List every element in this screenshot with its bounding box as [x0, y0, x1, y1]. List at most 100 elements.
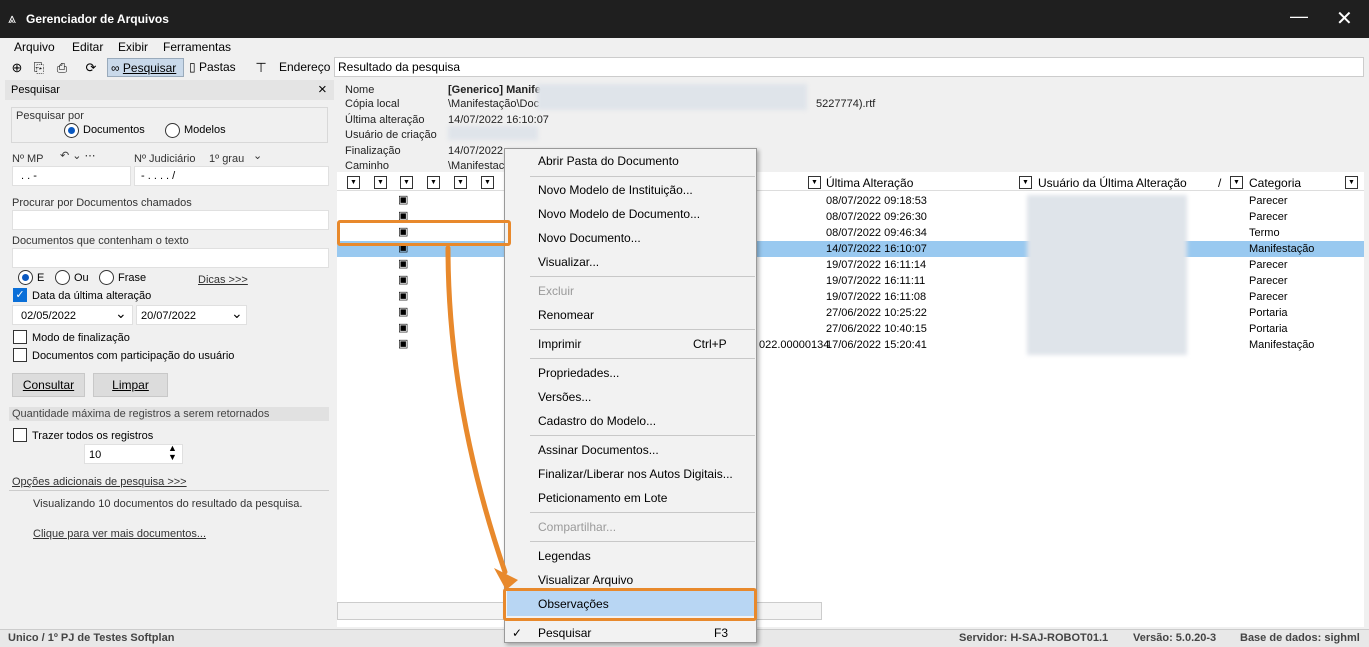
- document-icon: ▣: [398, 194, 409, 206]
- copy-doc-icon[interactable]: ⎘: [30, 58, 48, 77]
- detail-label-nome: Nome: [345, 84, 375, 96]
- col-filter-icon[interactable]: ▼: [1230, 176, 1243, 189]
- table-row[interactable]: ▣ 08/07/2022 09:18:53 Parecer: [337, 193, 1364, 209]
- nmp-input[interactable]: . . -: [12, 166, 131, 186]
- menu-item-versoes[interactable]: Versões...: [538, 390, 591, 404]
- menu-item-pesquisar[interactable]: Pesquisar: [538, 626, 591, 640]
- menu-item-novo-modelo-de-instituicao[interactable]: Novo Modelo de Instituição...: [538, 183, 693, 197]
- redacted-area: [448, 126, 538, 140]
- table-row[interactable]: ▣ 27/06/2022 10:40:15 Portaria: [337, 321, 1364, 337]
- grid-header: ▼ ▼ ▼ ▼ ▼ ▼ ▼ Última Alteração ▼ Usuário…: [337, 174, 1364, 191]
- menu-item-legendas[interactable]: Legendas: [538, 549, 591, 563]
- menu-item-assinar-documentos[interactable]: Assinar Documentos...: [538, 443, 659, 457]
- table-row[interactable]: ▣ 19/07/2022 16:11:14 Parecer: [337, 257, 1364, 273]
- undo-icon[interactable]: ↶ ⌄ ⋯: [60, 149, 96, 162]
- menu-item-finalizar-liberar-nos-autos-digitais[interactable]: Finalizar/Liberar nos Autos Digitais...: [538, 467, 733, 481]
- print-icon[interactable]: ⎙: [52, 58, 72, 77]
- grau-dropdown-icon[interactable]: ⌄: [253, 149, 262, 162]
- modo-finalizacao-checkbox[interactable]: [13, 330, 27, 344]
- stepper-arrows-icon[interactable]: ▲ ▼: [168, 444, 177, 462]
- annotation-box-menu: [503, 588, 757, 621]
- table-row[interactable]: ▣ 27/06/2022 10:25:22 Portaria: [337, 305, 1364, 321]
- detail-label-ultima: Última alteração: [345, 114, 425, 126]
- cell-ultima-alteracao: 08/07/2022 09:18:53: [826, 195, 927, 207]
- menu-editar[interactable]: Editar: [72, 40, 103, 54]
- qtd-value: 10: [89, 449, 102, 461]
- data-ultima-checkbox[interactable]: ✓: [13, 288, 27, 302]
- radio-documentos[interactable]: [64, 123, 79, 138]
- menu-item-cadastro-do-modelo[interactable]: Cadastro do Modelo...: [538, 414, 656, 428]
- cell-ultima-alteracao: 27/06/2022 10:25:22: [826, 307, 927, 319]
- menu-item-excluir[interactable]: Excluir: [538, 284, 574, 298]
- njud-input[interactable]: - . . . . /: [134, 166, 329, 186]
- col-filter-icon[interactable]: ▼: [374, 176, 387, 189]
- minimize-button[interactable]: —: [1290, 6, 1308, 27]
- col-filter-icon[interactable]: ▼: [1345, 176, 1358, 189]
- col-categoria[interactable]: Categoria: [1249, 176, 1301, 190]
- menu-arquivo[interactable]: Arquivo: [14, 40, 55, 54]
- pastas-toolbar-button[interactable]: ▯ Pastas: [189, 58, 245, 77]
- col-filter-icon[interactable]: ▼: [347, 176, 360, 189]
- menu-exibir[interactable]: Exibir: [118, 40, 148, 54]
- table-row[interactable]: ▣ 19/07/2022 16:11:11 Parecer: [337, 273, 1364, 289]
- menu-item-propriedades[interactable]: Propriedades...: [538, 366, 619, 380]
- doc-participacao-checkbox[interactable]: [13, 348, 27, 362]
- col-filter-icon[interactable]: ▼: [427, 176, 440, 189]
- menu-separator: [530, 541, 755, 542]
- menu-item-visualizar[interactable]: Visualizar...: [538, 255, 599, 269]
- cell-ultima-alteracao: 19/07/2022 16:11:08: [826, 291, 927, 303]
- col-ultima-alteracao[interactable]: Última Alteração: [826, 176, 913, 190]
- refresh-icon[interactable]: ⟳: [82, 58, 100, 77]
- col-usuario[interactable]: Usuário da Última Alteração: [1038, 176, 1187, 190]
- app-icon: ⩓: [8, 10, 16, 26]
- menu-separator: [530, 435, 755, 436]
- status-base: Base de dados: sighml: [1240, 632, 1360, 644]
- close-button[interactable]: ✕: [1336, 6, 1353, 31]
- col-filter-icon[interactable]: ▼: [400, 176, 413, 189]
- procurar-input[interactable]: [12, 210, 329, 230]
- dicas-link[interactable]: Dicas >>>: [198, 274, 248, 286]
- radio-e[interactable]: [18, 270, 33, 285]
- radio-frase[interactable]: [99, 270, 114, 285]
- col-filter-icon[interactable]: ▼: [1019, 176, 1032, 189]
- cell-categoria: Parecer: [1249, 195, 1288, 207]
- col-filter-icon[interactable]: ▼: [808, 176, 821, 189]
- date-from-picker[interactable]: 02/05/2022 ⌄: [12, 305, 133, 325]
- date-to-picker[interactable]: 20/07/2022 ⌄: [136, 305, 247, 325]
- menu-ferramentas[interactable]: Ferramentas: [163, 40, 231, 54]
- menu-item-visualizar-arquivo[interactable]: Visualizar Arquivo: [538, 573, 633, 587]
- menu-item-renomear[interactable]: Renomear: [538, 308, 594, 322]
- address-input[interactable]: Resultado da pesquisa: [334, 57, 1364, 77]
- consultar-button[interactable]: Consultar: [12, 373, 85, 397]
- menu-bar: Arquivo Editar Exibir Ferramentas: [0, 38, 1369, 56]
- ver-mais-link[interactable]: Clique para ver mais documentos...: [33, 528, 206, 540]
- qtd-stepper[interactable]: 10 ▲ ▼: [84, 444, 183, 464]
- trazer-todos-checkbox[interactable]: [13, 428, 27, 442]
- menu-item-novo-modelo-de-documento[interactable]: Novo Modelo de Documento...: [538, 207, 700, 221]
- panel-close-icon[interactable]: ×: [318, 81, 327, 98]
- opcoes-adicionais-link[interactable]: Opções adicionais de pesquisa >>>: [12, 476, 187, 488]
- menu-item-peticionamento-em-lote[interactable]: Peticionamento em Lote: [538, 491, 667, 505]
- limpar-button[interactable]: Limpar: [93, 373, 168, 397]
- table-row[interactable]: ▣ 022.00000134 17/06/2022 15:20:41 Manifest…: [337, 337, 1364, 353]
- menu-item-abrir-pasta-do-documento[interactable]: Abrir Pasta do Documento: [538, 154, 679, 168]
- col-filter-icon[interactable]: ▼: [454, 176, 467, 189]
- search-panel-title: Pesquisar: [11, 84, 60, 96]
- radio-ou[interactable]: [55, 270, 70, 285]
- col-filter-icon[interactable]: ▼: [481, 176, 494, 189]
- table-row[interactable]: ▣ 19/07/2022 16:11:08 Parecer: [337, 289, 1364, 305]
- detail-copia-value: \Manifestação\Doc: [448, 98, 540, 110]
- new-doc-icon[interactable]: ⊕: [8, 58, 26, 77]
- cell-ultima-alteracao: 17/06/2022 15:20:41: [826, 339, 927, 351]
- detail-label-usuario: Usuário de criação: [345, 129, 437, 141]
- cell-ultima-alteracao: 14/07/2022 16:10:07: [826, 243, 927, 255]
- menu-item-compartilhar[interactable]: Compartilhar...: [538, 520, 616, 534]
- menu-item-imprimir[interactable]: Imprimir: [538, 337, 581, 351]
- menu-item-novo-documento[interactable]: Novo Documento...: [538, 231, 641, 245]
- radio-modelos[interactable]: [165, 123, 180, 138]
- document-icon: ▣: [398, 290, 409, 302]
- menu-separator: [530, 358, 755, 359]
- pesquisar-toolbar-button[interactable]: ∞ Pesquisar: [107, 58, 184, 77]
- procurar-label: Procurar por Documentos chamados: [12, 197, 192, 209]
- contenham-input[interactable]: [12, 248, 329, 268]
